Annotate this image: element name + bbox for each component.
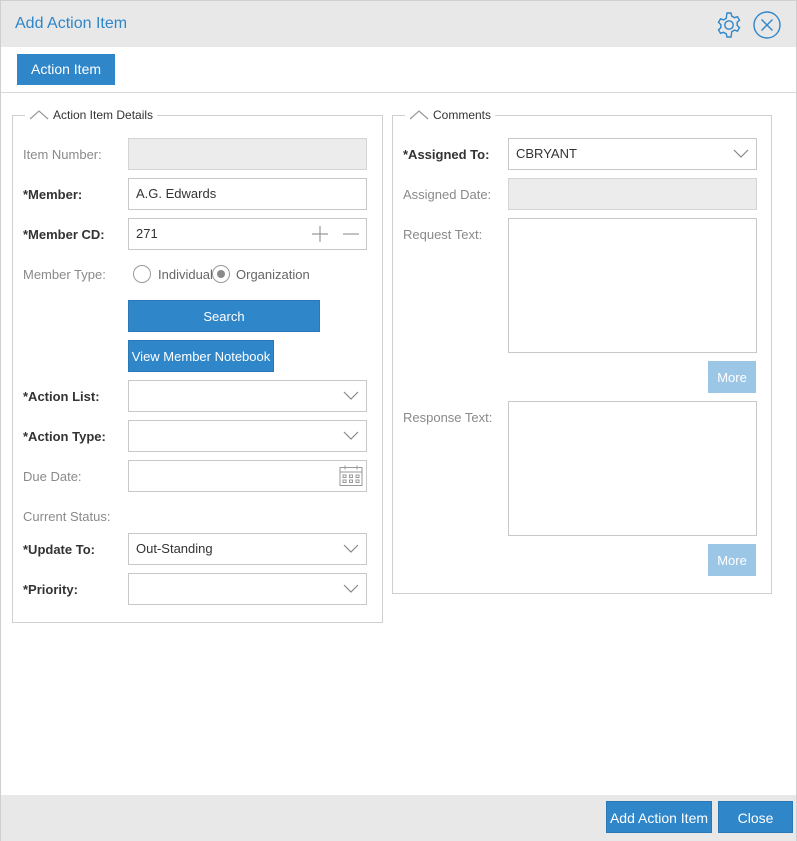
response-text-area[interactable]	[508, 401, 757, 536]
close-button[interactable]: Close	[718, 801, 793, 833]
action-list-label: *Action List:	[23, 389, 100, 404]
request-more-button[interactable]: More	[708, 361, 756, 393]
add-action-item-button[interactable]: Add Action Item	[606, 801, 712, 833]
calendar-icon[interactable]	[339, 465, 363, 487]
current-status-label: Current Status:	[23, 509, 111, 524]
assigned-date-field	[508, 178, 757, 210]
radio-organization[interactable]	[212, 265, 230, 283]
tab-action-item[interactable]: Action Item	[17, 54, 115, 85]
chevron-down-icon	[733, 149, 749, 158]
item-number-label: Item Number:	[23, 147, 102, 162]
chevron-down-icon	[343, 544, 359, 553]
member-label: *Member:	[23, 187, 83, 202]
action-type-select[interactable]	[128, 420, 367, 452]
minus-icon[interactable]	[342, 225, 360, 243]
member-input[interactable]: A.G. Edwards	[128, 178, 367, 210]
details-legend[interactable]: Action Item Details	[25, 108, 158, 122]
collapse-chevron-icon	[29, 110, 49, 120]
update-to-label: *Update To:	[23, 542, 95, 557]
assigned-to-select[interactable]: CBRYANT	[508, 138, 757, 170]
member-cd-label: *Member CD:	[23, 227, 105, 242]
item-number-field	[128, 138, 367, 170]
update-to-select[interactable]: Out-Standing	[128, 533, 367, 565]
title-bar: Add Action Item	[1, 1, 796, 47]
member-type-label: Member Type:	[23, 267, 106, 282]
due-date-label: Due Date:	[23, 469, 82, 484]
add-action-item-dialog: Add Action Item Action Item Action Item …	[0, 0, 797, 841]
details-legend-label: Action Item Details	[53, 108, 154, 122]
chevron-down-icon	[343, 584, 359, 593]
chevron-down-icon	[343, 431, 359, 440]
close-icon[interactable]	[752, 10, 782, 40]
collapse-chevron-icon	[409, 110, 429, 120]
radio-individual[interactable]	[133, 265, 151, 283]
action-list-select[interactable]	[128, 380, 367, 412]
chevron-down-icon	[343, 391, 359, 400]
assigned-to-label: *Assigned To:	[403, 147, 490, 162]
gear-icon[interactable]	[714, 10, 744, 40]
radio-individual-label: Individual	[158, 267, 213, 282]
search-individuals-button[interactable]: Search Individuals/Organizations	[128, 300, 320, 356]
view-member-notebook-button[interactable]: View Member Notebook	[128, 340, 274, 372]
comments-legend[interactable]: Comments	[405, 108, 496, 122]
member-cd-value: 271	[136, 226, 158, 241]
response-more-button[interactable]: More	[708, 544, 756, 576]
assigned-date-label: Assigned Date:	[403, 187, 492, 202]
dialog-title: Add Action Item	[15, 15, 128, 32]
action-type-label: *Action Type:	[23, 429, 106, 444]
priority-label: *Priority:	[23, 582, 78, 597]
request-text-label: Request Text:	[403, 227, 483, 242]
radio-organization-label: Organization	[236, 267, 310, 282]
comments-legend-label: Comments	[433, 108, 492, 122]
tab-bar: Action Item	[1, 47, 796, 93]
member-cd-stepper[interactable]: 271	[128, 218, 367, 250]
footer-bar: Add Action Item Close	[1, 795, 796, 841]
response-text-label: Response Text:	[403, 410, 493, 425]
plus-icon[interactable]	[311, 225, 329, 243]
priority-select[interactable]	[128, 573, 367, 605]
request-text-area[interactable]	[508, 218, 757, 353]
due-date-input[interactable]	[128, 460, 367, 492]
